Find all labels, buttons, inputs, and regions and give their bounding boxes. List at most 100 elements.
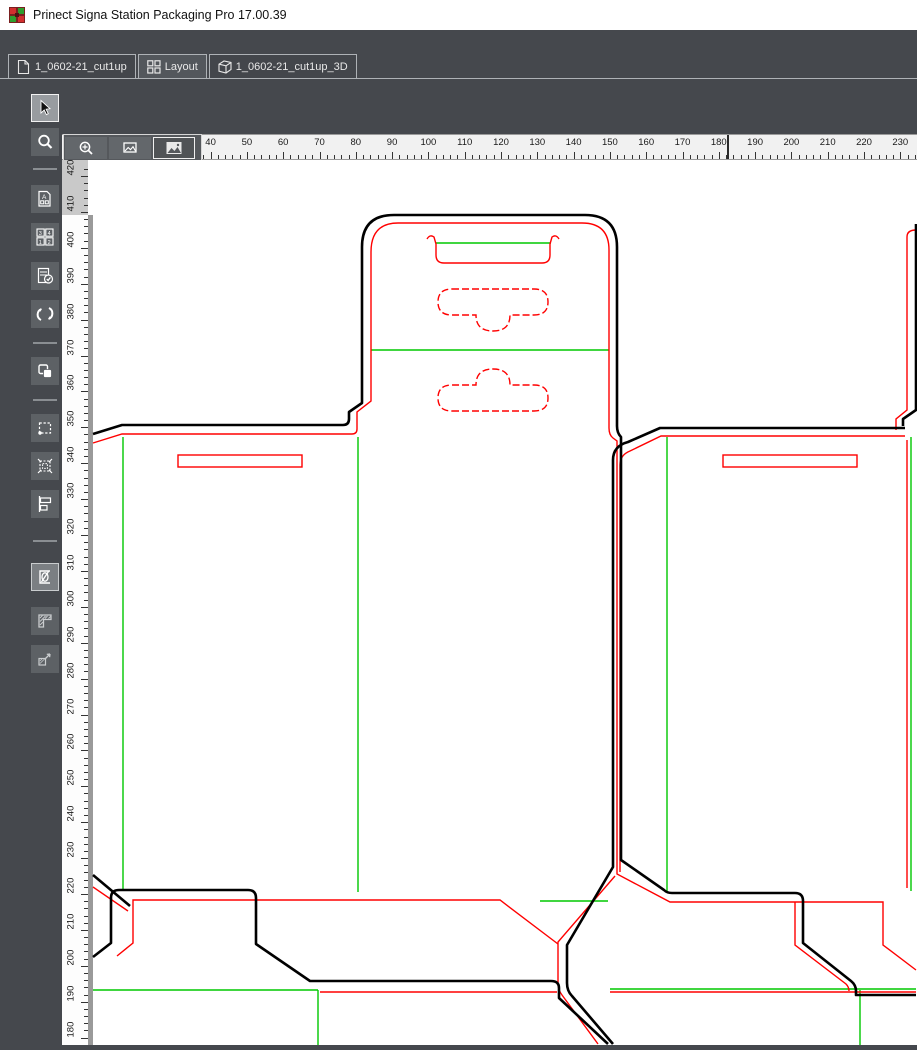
align-objects-tool-button[interactable] <box>31 490 59 518</box>
svg-text:1: 1 <box>39 240 42 246</box>
h-ruler-tick <box>246 152 248 159</box>
h-ruler-tick <box>776 155 778 159</box>
h-ruler-tick <box>747 155 749 159</box>
tool-separator <box>33 540 57 542</box>
document-icon <box>17 59 31 74</box>
h-ruler-tick <box>805 155 807 159</box>
job-check-tool-button[interactable] <box>31 262 59 290</box>
h-ruler-tick <box>239 155 241 159</box>
corner-trim-tool-button[interactable] <box>31 607 59 635</box>
master-page-tool-button[interactable]: A <box>31 185 59 213</box>
h-ruler-label: 70 <box>314 137 325 148</box>
imposition-scheme-tool-button[interactable]: 34 12 <box>31 223 59 251</box>
update-tool-button[interactable] <box>31 300 59 328</box>
tuck-slot <box>426 235 560 264</box>
h-ruler-label: 140 <box>565 137 582 148</box>
v-ruler-tick <box>81 319 88 321</box>
v-ruler-label: 280 <box>65 662 77 679</box>
h-ruler-tick <box>842 155 844 159</box>
tool-separator <box>33 399 57 401</box>
h-ruler-tick <box>551 155 553 159</box>
cut-lines <box>92 213 917 1045</box>
sheet-boundary-marker <box>727 135 729 159</box>
v-ruler-tick <box>81 929 88 931</box>
h-ruler-tick <box>537 152 539 159</box>
zoom-tool-button[interactable] <box>31 128 59 156</box>
svg-text:2: 2 <box>48 240 51 246</box>
tab-layout[interactable]: Layout <box>137 54 207 78</box>
h-ruler-tick <box>435 155 437 159</box>
v-ruler-tick <box>81 714 88 716</box>
checklist-icon <box>37 267 54 284</box>
h-ruler-tick <box>275 155 277 159</box>
h-ruler-tick <box>530 155 532 159</box>
h-ruler-tick <box>442 155 444 159</box>
h-ruler-tick <box>893 155 895 159</box>
scale-object-tool-button[interactable] <box>31 645 59 673</box>
transform-frame-tool-button[interactable] <box>31 452 59 480</box>
h-ruler-tick <box>384 155 386 159</box>
h-ruler-tick <box>755 152 757 159</box>
v-ruler-label: 420 <box>65 159 77 176</box>
v-ruler-tick <box>81 535 88 536</box>
tab-label: 1_0602-21_cut1up <box>35 60 127 73</box>
h-ruler-tick <box>653 155 655 159</box>
h-ruler-tick <box>232 155 234 159</box>
h-ruler-tick <box>704 155 706 159</box>
tool-separator <box>33 168 57 170</box>
h-ruler-tick <box>406 155 408 159</box>
select-tool-button[interactable] <box>31 94 59 122</box>
preview-large-button[interactable] <box>153 136 195 159</box>
v-ruler-label: 350 <box>65 410 77 427</box>
h-ruler-label: 160 <box>638 137 655 148</box>
tab-1-0602-21-cut1up-3d[interactable]: 1_0602-21_cut1up_3D <box>208 54 357 78</box>
copy-objects-icon <box>38 364 52 378</box>
euro-hang-hole <box>437 368 549 412</box>
h-ruler-tick <box>363 155 365 159</box>
h-ruler-label: 120 <box>493 137 509 148</box>
v-ruler-label: 340 <box>65 446 77 463</box>
h-ruler-tick <box>203 155 205 159</box>
layout-canvas[interactable] <box>88 160 917 1045</box>
svg-text:3: 3 <box>39 231 42 237</box>
h-ruler-tick <box>450 155 452 159</box>
copy-object-tool-button[interactable] <box>31 357 59 385</box>
tool-separator <box>33 342 57 344</box>
h-ruler-label: 230 <box>892 137 909 148</box>
v-ruler-tick <box>81 858 88 860</box>
toolbar: ▼ <box>0 79 917 203</box>
h-ruler-tick <box>718 152 720 159</box>
h-ruler-label: 210 <box>819 137 836 148</box>
preview-small-icon <box>123 141 137 153</box>
v-ruler-tick <box>81 786 88 788</box>
h-ruler-tick <box>544 155 546 159</box>
h-ruler-tick <box>682 152 684 159</box>
h-ruler-label: 60 <box>277 137 289 148</box>
h-ruler-tick <box>254 155 256 159</box>
h-ruler-tick <box>479 155 481 159</box>
preview-small-button[interactable] <box>109 136 151 159</box>
h-ruler-tick <box>225 155 227 159</box>
h-ruler-tick <box>631 155 633 159</box>
v-ruler-label: 180 <box>65 1021 77 1038</box>
h-ruler-tick <box>798 155 800 159</box>
h-ruler-tick <box>834 155 836 159</box>
tab-1-0602-21-cut1up[interactable]: 1_0602-21_cut1up <box>8 54 136 78</box>
h-ruler-tick <box>740 155 742 159</box>
v-ruler-tick <box>81 391 88 393</box>
h-ruler-tick <box>399 155 401 159</box>
contour-edit-tool-button[interactable] <box>31 563 59 591</box>
h-ruler-tick <box>413 155 415 159</box>
h-ruler-tick <box>580 155 582 159</box>
selection-frame-tool-button[interactable] <box>31 414 59 442</box>
h-ruler-tick <box>559 155 561 159</box>
v-ruler-label: 270 <box>65 698 77 714</box>
layout-grid-icon <box>146 59 161 74</box>
h-ruler-tick <box>428 152 430 159</box>
v-ruler-label: 400 <box>65 231 77 248</box>
v-ruler-tick <box>81 678 88 680</box>
h-ruler-tick <box>624 155 626 159</box>
h-ruler-tick <box>849 155 851 159</box>
zoom-fit-button[interactable] <box>65 136 107 159</box>
v-ruler-label: 410 <box>65 195 77 212</box>
